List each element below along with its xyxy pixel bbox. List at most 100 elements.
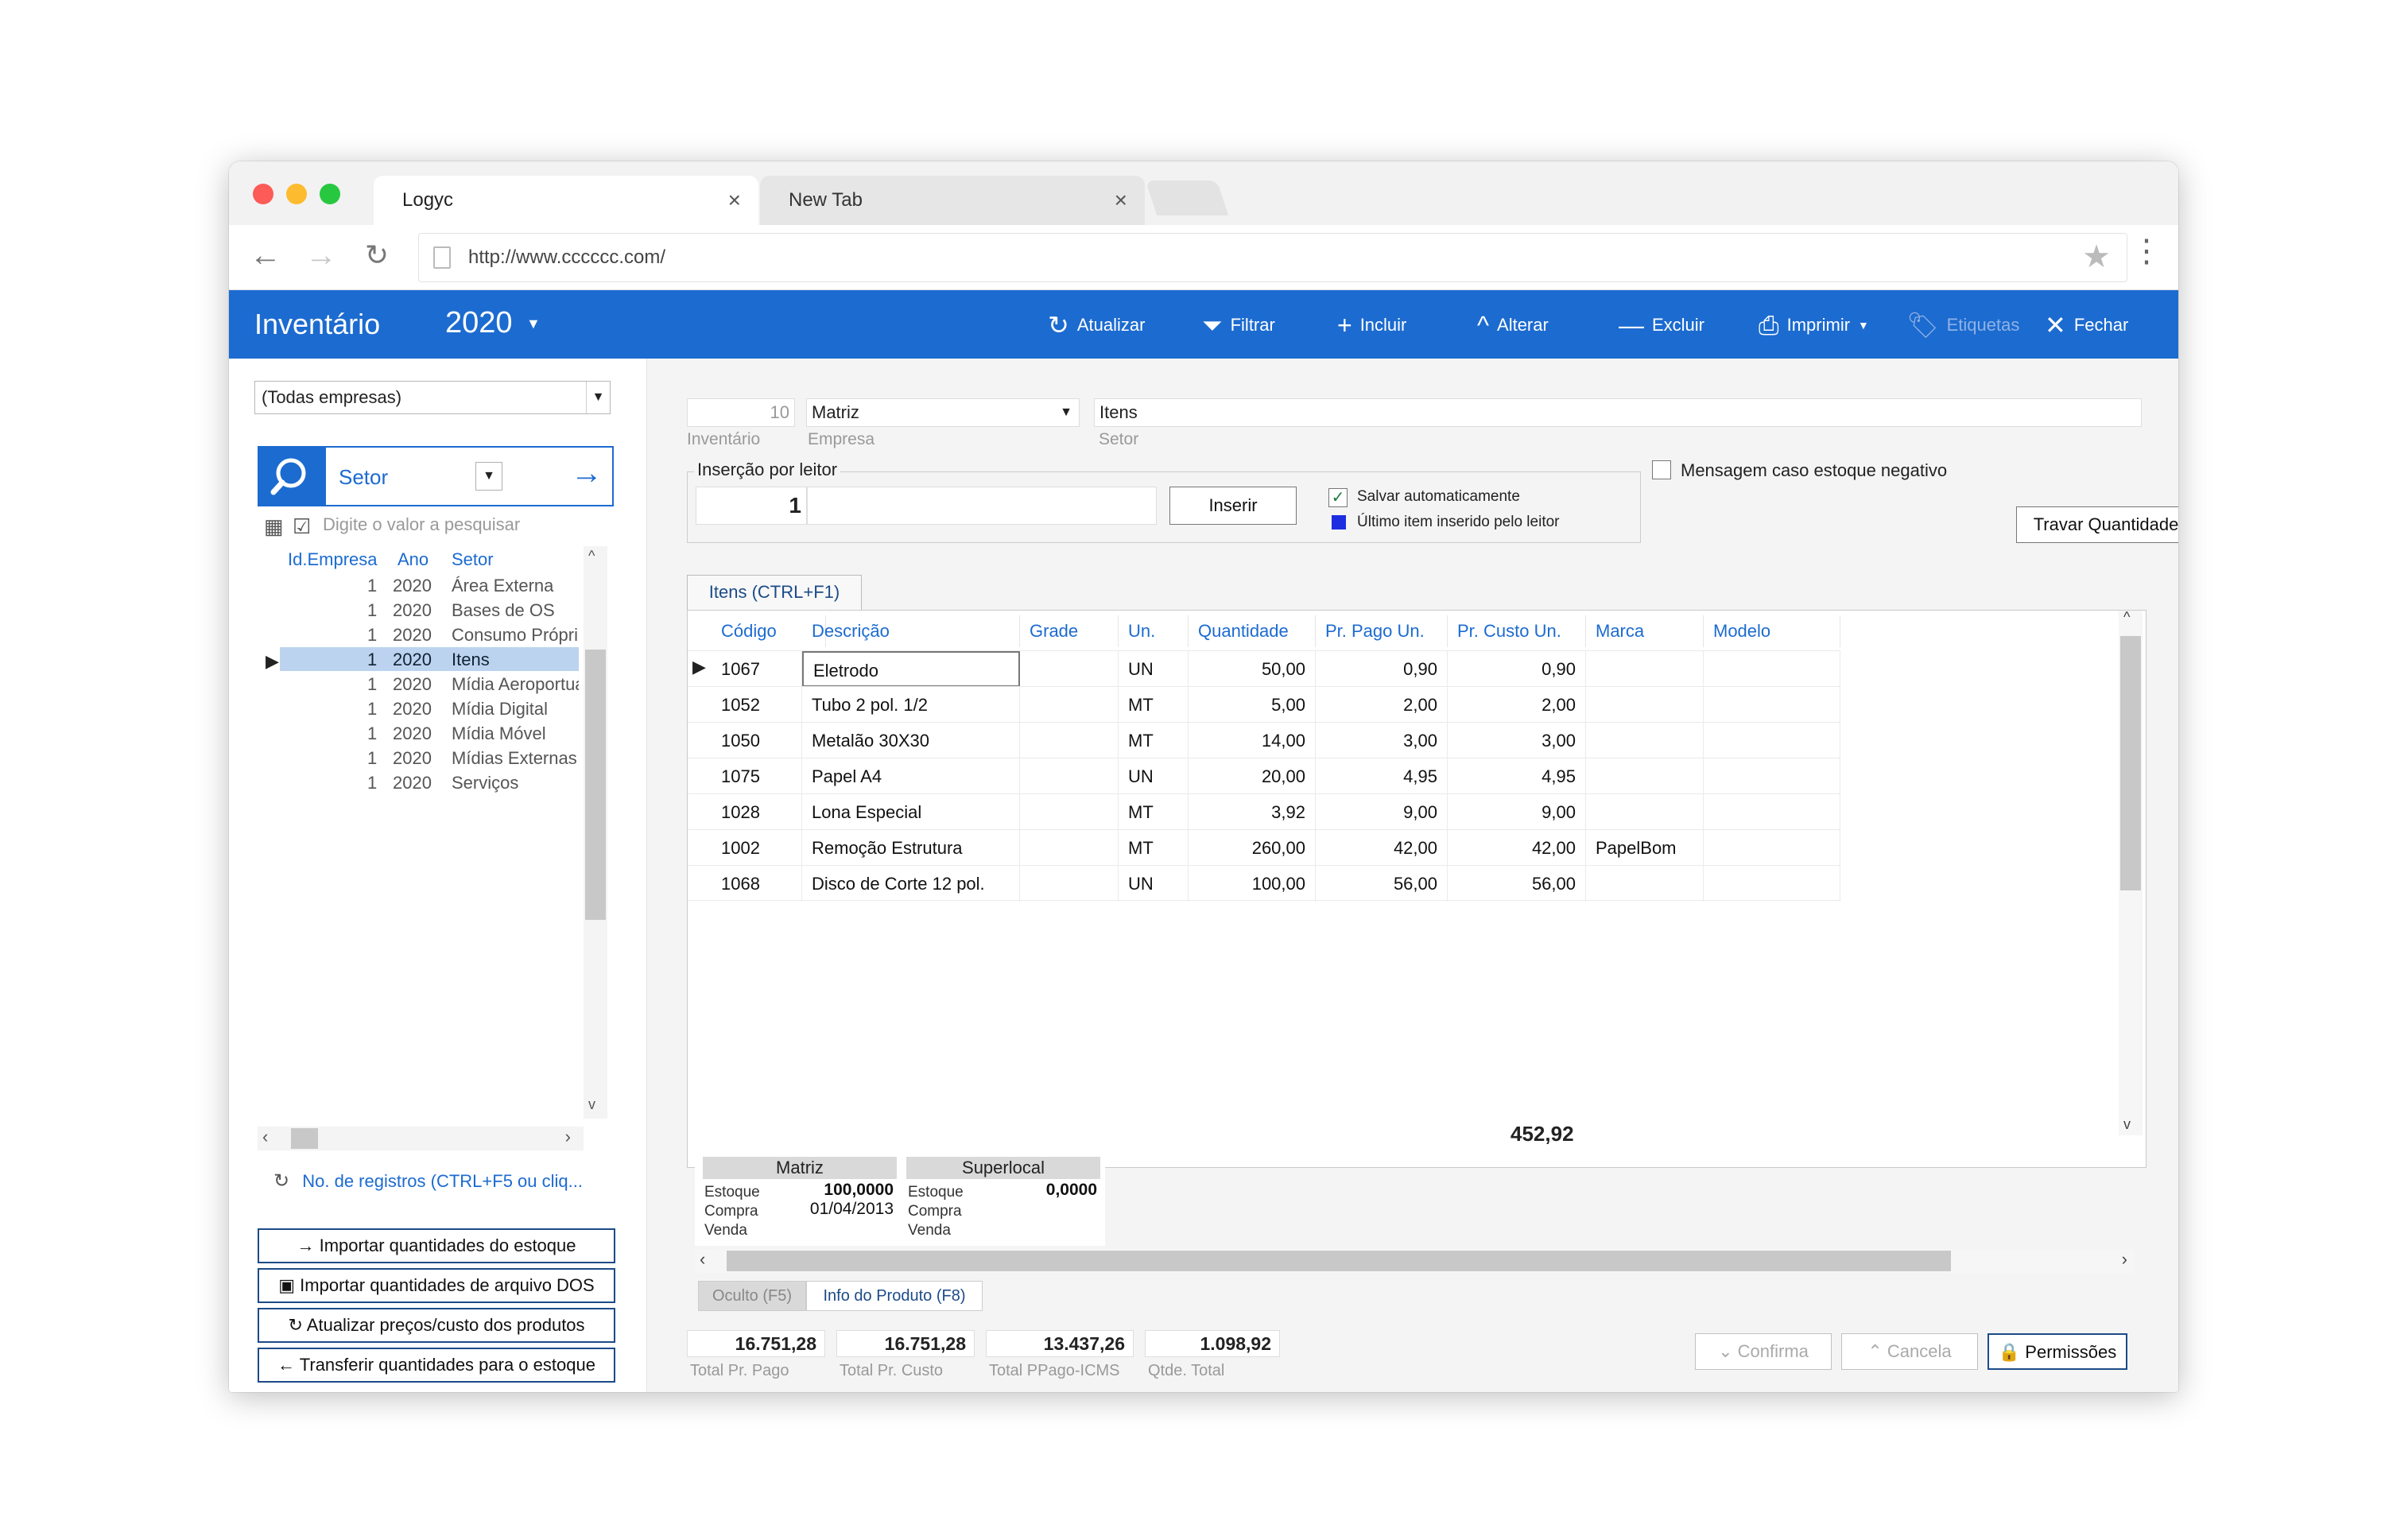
barcode-input[interactable] — [807, 487, 1157, 525]
grid-horizontal-scrollbar[interactable]: ‹ › — [695, 1249, 2134, 1273]
stock-matriz-estoque: 100,0000 — [824, 1181, 894, 1199]
tree-header-ano[interactable]: Ano — [398, 549, 429, 570]
tree-row[interactable]: 1 2020 Mídias Externas — [280, 746, 579, 770]
table-row[interactable]: 1052 Tubo 2 pol. 1/2 MT 5,00 2,00 2,00 — [688, 686, 1840, 723]
tree-header-setor[interactable]: Setor — [452, 549, 494, 570]
kebab-menu-icon[interactable]: ⋮ — [2131, 233, 2162, 270]
chevron-down-icon[interactable]: v — [588, 1096, 595, 1113]
setor-field[interactable]: Itens — [1094, 398, 2142, 427]
tree-row[interactable]: 1 2020 Bases de OS — [280, 598, 579, 622]
table-row[interactable]: 1028 Lona Especial MT 3,92 9,00 9,00 — [688, 793, 1840, 830]
tree-horizontal-scrollbar[interactable]: ‹ › — [258, 1127, 584, 1150]
filtrar-button[interactable]: ⏷ Filtrar — [1202, 311, 1275, 339]
tree-row[interactable]: 1 2020 Consumo Próprio — [280, 623, 579, 646]
col-grade[interactable]: Grade — [1020, 615, 1119, 647]
col-pr-custo[interactable]: Pr. Custo Un. — [1448, 615, 1586, 647]
star-icon[interactable]: ★ — [2082, 239, 2111, 275]
close-icon[interactable]: × — [1115, 176, 1127, 225]
table-row[interactable]: 1002 Remoção Estrutura MT 260,00 42,00 4… — [688, 829, 1840, 866]
col-pr-pago[interactable]: Pr. Pago Un. — [1316, 615, 1448, 647]
tab-oculto[interactable]: Oculto (F5) — [698, 1281, 806, 1311]
salvar-auto-checkbox[interactable]: ✓ — [1328, 488, 1348, 507]
forward-arrow-icon[interactable]: → — [304, 238, 339, 273]
scrollbar-thumb[interactable] — [291, 1128, 318, 1149]
grid-vertical-scrollbar[interactable]: ^ v — [2119, 609, 2143, 1135]
search-field-dropdown[interactable]: ▼ — [475, 462, 502, 491]
arrow-right-icon[interactable]: → — [571, 456, 603, 491]
chevron-up-icon[interactable]: ^ — [588, 548, 595, 564]
filter-check-icon[interactable]: ☑ — [293, 514, 311, 539]
chevron-left-icon[interactable]: ‹ — [262, 1127, 268, 1147]
importar-estoque-button[interactable]: → Importar quantidades do estoque — [258, 1228, 615, 1263]
table-row[interactable]: 1050 Metalão 30X30 MT 14,00 3,00 3,00 — [688, 722, 1840, 758]
confirma-button[interactable]: ⌄ Confirma — [1695, 1333, 1832, 1370]
grid-icon[interactable]: ▦ — [264, 514, 284, 539]
col-modelo[interactable]: Modelo — [1704, 615, 1840, 647]
cell-descricao-editing[interactable]: Eletrodo — [802, 651, 1020, 687]
scrollbar-thumb[interactable] — [727, 1251, 1951, 1271]
tab-info-produto[interactable]: Info do Produto (F8) — [806, 1281, 983, 1311]
tree-vertical-scrollbar[interactable]: ^ v — [584, 546, 607, 1119]
chevron-right-icon[interactable]: › — [2122, 1249, 2127, 1270]
table-row[interactable]: 1067 Eletrodo UN 50,00 0,90 0,90 — [688, 650, 1840, 687]
tree-row[interactable]: 1 2020 Mídia Móvel — [280, 721, 579, 745]
importar-dos-button[interactable]: ▣ Importar quantidades de arquivo DOS — [258, 1268, 615, 1303]
insercao-qty-input[interactable]: 1 — [696, 487, 807, 525]
browser-tab-logyc[interactable]: Logyc × — [374, 176, 758, 225]
mensagem-estoque-checkbox[interactable] — [1652, 460, 1671, 479]
close-window-button[interactable] — [253, 184, 273, 204]
chevron-right-icon[interactable]: › — [565, 1127, 571, 1147]
tree-row[interactable]: 1 2020 Área Externa — [280, 573, 579, 597]
caret-down-icon[interactable]: ▼ — [586, 382, 610, 413]
atualizar-precos-button[interactable]: ↻ Atualizar preços/custo dos produtos — [258, 1308, 615, 1343]
company-combo[interactable]: (Todas empresas) ▼ — [254, 381, 611, 414]
inserir-button[interactable]: Inserir — [1169, 487, 1297, 525]
fechar-button[interactable]: ✕ Fechar — [2045, 311, 2128, 339]
chevron-up-icon[interactable]: ^ — [2123, 609, 2130, 626]
col-marca[interactable]: Marca — [1586, 615, 1704, 647]
new-tab-button[interactable] — [1145, 180, 1229, 215]
tree-row[interactable]: 1 2020 Mídia Aeroportuária — [280, 672, 579, 696]
transferir-button[interactable]: ← Transferir quantidades para o estoque — [258, 1348, 615, 1383]
tab-itens[interactable]: Itens (CTRL+F1) — [687, 575, 862, 610]
search-box[interactable]: Setor ▼ → — [258, 446, 614, 506]
col-un[interactable]: Un. — [1119, 615, 1189, 647]
url-field[interactable]: http://www.cccccc.com/ ★ — [418, 233, 2127, 282]
excluir-button[interactable]: — Excluir — [1619, 311, 1704, 339]
permissoes-button[interactable]: 🔒 Permissões — [1988, 1333, 2127, 1370]
empresa-combo[interactable]: Matriz ▼ — [806, 398, 1080, 427]
col-descricao[interactable]: Descrição — [802, 615, 1020, 647]
close-icon[interactable]: × — [728, 176, 741, 225]
cell-marca: PapelBom — [1586, 830, 1704, 866]
caret-down-icon[interactable]: ▼ — [526, 316, 541, 332]
imprimir-button[interactable]: ⎙ Imprimir ▼ — [1759, 311, 1869, 339]
alterar-button[interactable]: ^ Alterar — [1477, 311, 1549, 339]
travar-quantidade-button[interactable]: Travar Quantidade — [2016, 506, 2178, 543]
back-arrow-icon[interactable]: ← — [248, 238, 283, 273]
table-row[interactable]: 1075 Papel A4 UN 20,00 4,95 4,95 — [688, 758, 1840, 794]
caret-down-icon[interactable]: ▼ — [1060, 399, 1072, 426]
browser-tab-new[interactable]: New Tab × — [760, 176, 1145, 225]
col-quantidade[interactable]: Quantidade — [1189, 615, 1316, 647]
inventario-field[interactable]: 10 — [687, 398, 795, 427]
scrollbar-thumb[interactable] — [2120, 636, 2141, 890]
reload-icon[interactable]: ↻ — [359, 238, 394, 273]
atualizar-button[interactable]: ↻ Atualizar — [1048, 311, 1145, 339]
chevron-down-icon[interactable]: v — [2123, 1116, 2131, 1133]
row-setor: Mídia Aeroportuária — [452, 674, 579, 694]
records-count-link[interactable]: ↻ No. de registros (CTRL+F5 ou cliq... — [273, 1170, 583, 1193]
search-icon[interactable] — [259, 448, 326, 505]
tree-row-selected[interactable]: 1 2020 Itens — [280, 647, 579, 671]
incluir-button[interactable]: + Incluir — [1337, 311, 1406, 339]
tree-row[interactable]: 1 2020 Serviços — [280, 770, 579, 794]
etiquetas-button[interactable]: 🏷 Etiquetas — [1906, 311, 2019, 339]
tree-header-empresa[interactable]: Id.Empresa — [288, 549, 378, 570]
cancela-button[interactable]: ⌃ Cancela — [1841, 1333, 1978, 1370]
tree-row[interactable]: 1 2020 Mídia Digital — [280, 696, 579, 720]
year-selector[interactable]: 2020 — [445, 306, 513, 340]
minimize-window-button[interactable] — [286, 184, 307, 204]
table-row[interactable]: 1068 Disco de Corte 12 pol. UN 100,00 56… — [688, 865, 1840, 902]
chevron-left-icon[interactable]: ‹ — [700, 1249, 705, 1270]
scrollbar-thumb[interactable] — [585, 650, 606, 920]
maximize-window-button[interactable] — [320, 184, 340, 204]
